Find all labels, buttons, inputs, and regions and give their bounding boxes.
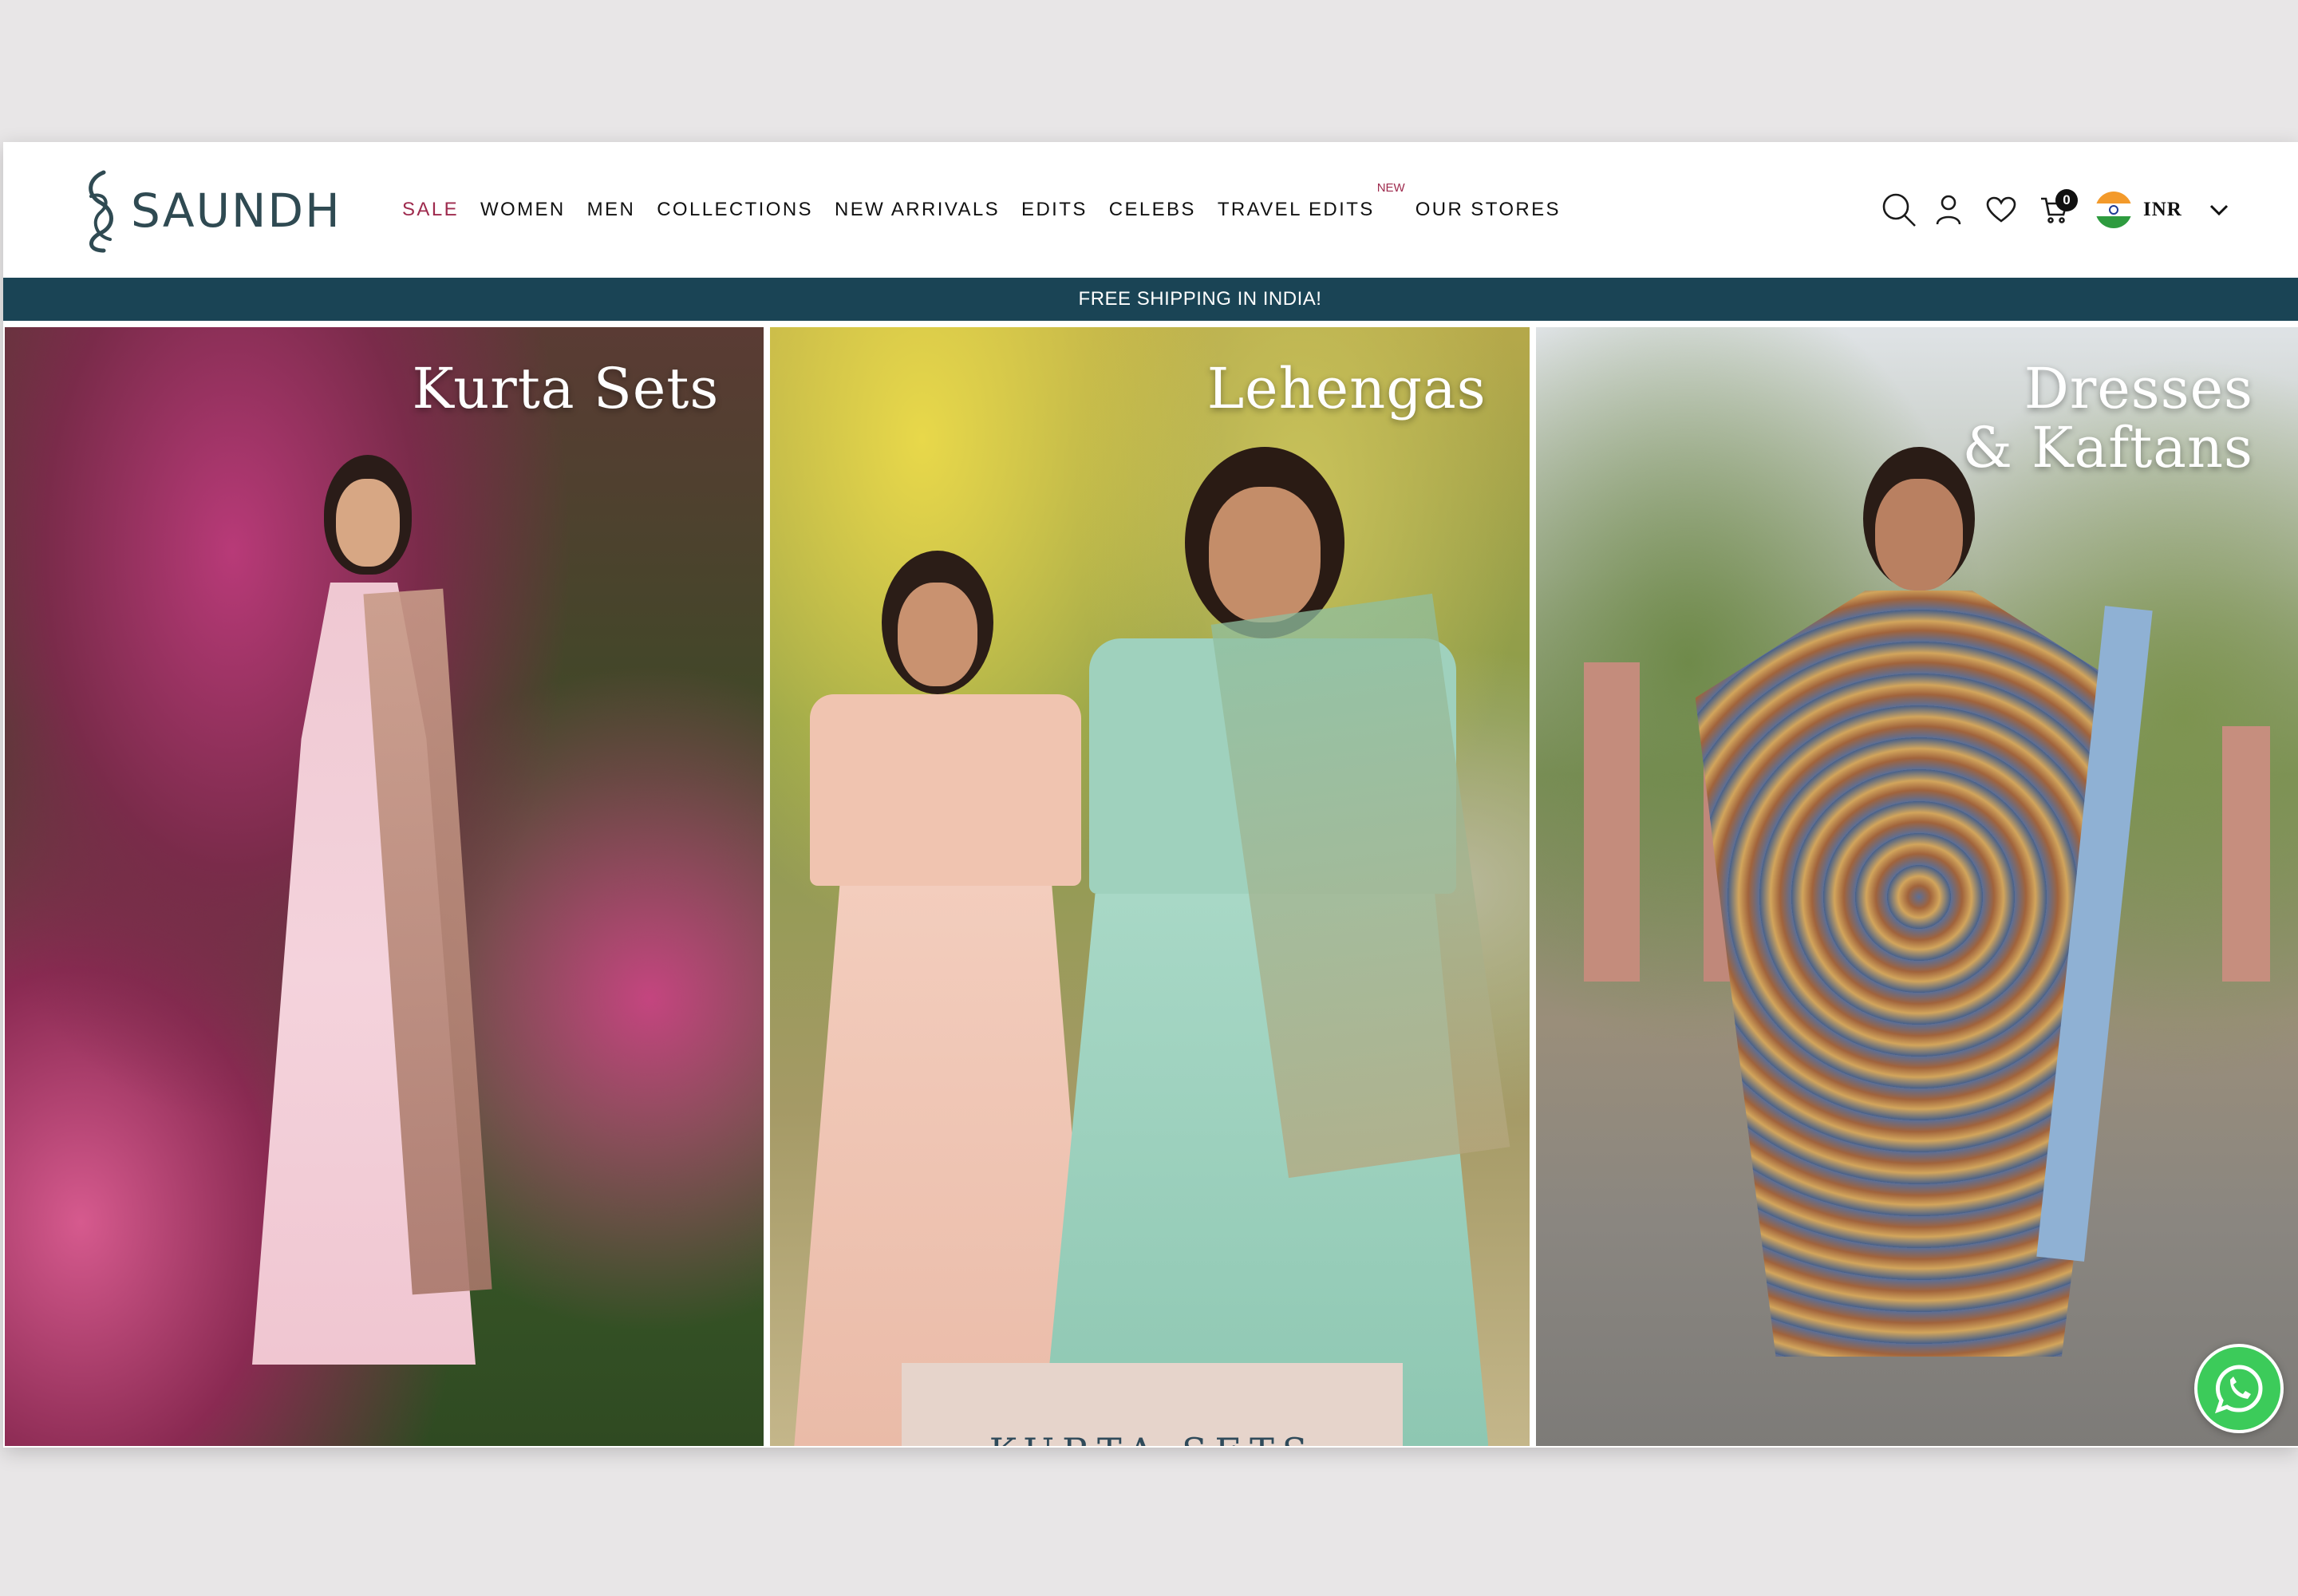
chevron-down-icon xyxy=(2209,204,2228,215)
panel-title-line: Dresses xyxy=(2024,356,2253,421)
search-button[interactable] xyxy=(1878,189,1920,231)
search-icon xyxy=(1882,193,1916,227)
category-panels: Kurta Sets Lehengas Dresses & Kaftans xyxy=(3,327,2298,1446)
nav-item-edits[interactable]: EDITS xyxy=(1021,199,1088,221)
site-header: SAUNDH SALE WOMEN MEN COLLECTIONS NEW AR… xyxy=(3,142,2298,278)
model-image xyxy=(1041,447,1510,1446)
account-button[interactable] xyxy=(1928,189,1969,231)
new-badge: NEW xyxy=(1376,181,1405,195)
cart-count-badge: 0 xyxy=(2055,189,2078,211)
nav-item-our-stores[interactable]: OUR STORES xyxy=(1416,199,1561,221)
main-nav: SALE WOMEN MEN COLLECTIONS NEW ARRIVALS … xyxy=(402,142,1561,278)
announcement-bar: FREE SHIPPING IN INDIA! xyxy=(3,278,2298,321)
panel-title-line: Lehengas xyxy=(1206,356,1487,421)
currency-selector[interactable]: INR xyxy=(2095,192,2229,228)
user-icon xyxy=(1936,195,1961,225)
brand-logo[interactable]: SAUNDH xyxy=(80,168,342,254)
nav-item-new-arrivals[interactable]: NEW ARRIVALS xyxy=(835,199,1000,221)
model-image xyxy=(236,439,492,1444)
panel-title: Kurta Sets xyxy=(412,359,719,418)
panel-title: Dresses & Kaftans xyxy=(1963,359,2253,477)
heart-icon xyxy=(1986,196,2016,223)
currency-code: INR xyxy=(2143,199,2182,220)
logo-mark-icon xyxy=(89,170,113,253)
india-flag-icon xyxy=(2095,192,2132,228)
panel-title-line: Kurta Sets xyxy=(412,356,720,421)
browser-page: SAUNDH SALE WOMEN MEN COLLECTIONS NEW AR… xyxy=(3,142,2298,1448)
announcement-text: FREE SHIPPING IN INDIA! xyxy=(1078,288,1322,310)
panel-dresses-kaftans[interactable]: Dresses & Kaftans xyxy=(1535,327,2298,1446)
nav-item-men[interactable]: MEN xyxy=(587,199,636,221)
whatsapp-chat-button[interactable] xyxy=(2194,1344,2284,1433)
wishlist-button[interactable] xyxy=(1980,189,2022,231)
brand-name: SAUNDH xyxy=(131,184,342,238)
model-image xyxy=(1695,447,2153,1446)
nav-item-celebs[interactable]: CELEBS xyxy=(1109,199,1196,221)
whatsapp-icon xyxy=(2214,1365,2263,1414)
cart-button[interactable]: 0 xyxy=(2033,189,2078,231)
category-card-label: KURTA SETS xyxy=(902,1430,1403,1446)
panel-title: Lehengas xyxy=(1207,359,1487,418)
category-card[interactable]: KURTA SETS xyxy=(902,1363,1403,1446)
panel-lehengas[interactable]: Lehengas xyxy=(770,327,1530,1446)
pillar-decoration xyxy=(2221,726,2270,982)
header-actions: 0 INR xyxy=(1878,142,2229,278)
nav-item-collections[interactable]: COLLECTIONS xyxy=(657,199,813,221)
panel-kurta-sets[interactable]: Kurta Sets xyxy=(5,327,764,1446)
panel-title-line: & Kaftans xyxy=(1962,415,2253,480)
nav-item-travel-edits-label: TRAVEL EDITS xyxy=(1217,199,1375,220)
pillar-decoration xyxy=(1583,662,1640,982)
nav-item-travel-edits[interactable]: TRAVEL EDITS NEW xyxy=(1217,181,1405,221)
nav-item-sale[interactable]: SALE xyxy=(402,199,459,221)
nav-item-women[interactable]: WOMEN xyxy=(480,199,566,221)
